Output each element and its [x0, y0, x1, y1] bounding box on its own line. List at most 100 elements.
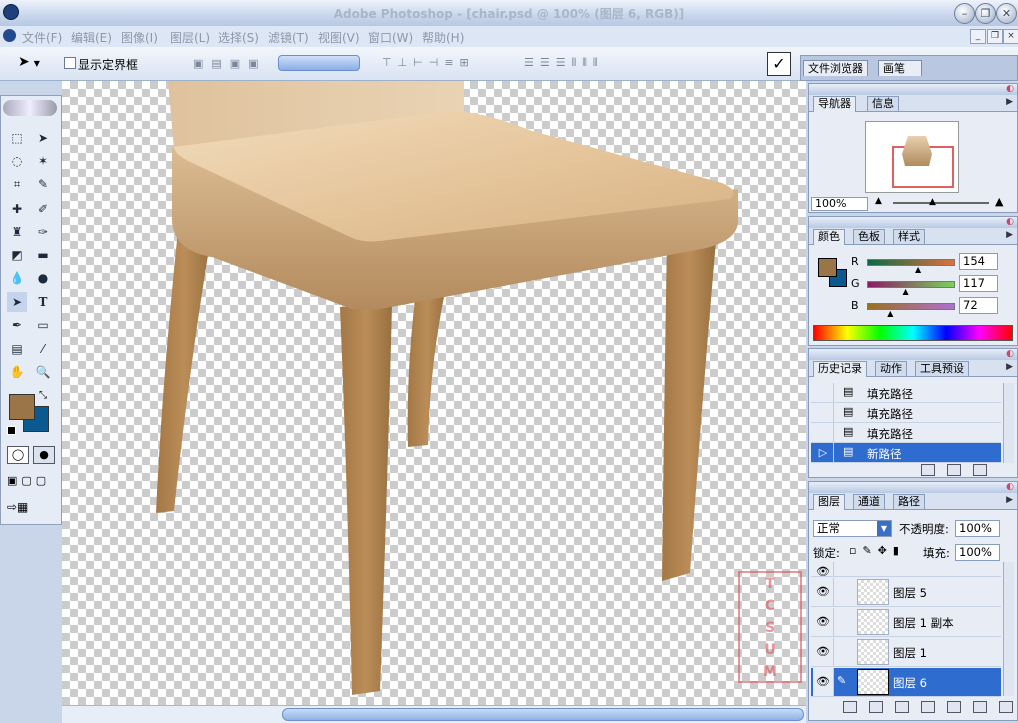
pen-tool-icon[interactable]: ✒ — [7, 315, 27, 335]
panel-gripper-icon[interactable]: ◐ — [1006, 349, 1014, 359]
g-value-field[interactable]: 117 — [959, 275, 998, 292]
tab-info[interactable]: 信息 — [867, 96, 899, 111]
healing-brush-icon[interactable]: ✚ — [7, 199, 27, 219]
menu-select[interactable]: 选择(S) — [218, 29, 259, 46]
menu-help[interactable]: 帮助(H) — [422, 29, 464, 46]
path-select-icon[interactable]: ➤ — [7, 292, 27, 312]
transform-mode-icons[interactable]: ▣▤▣▣ — [193, 57, 267, 70]
standard-mode-icon[interactable]: ◯ — [7, 446, 29, 464]
document-canvas[interactable]: TCSUM — [62, 81, 806, 705]
panel-menu-icon[interactable]: ▶ — [1006, 230, 1013, 240]
scrollbar-thumb[interactable] — [282, 708, 804, 721]
fill-field[interactable]: 100% — [955, 544, 1000, 561]
close-icon[interactable]: ✕ — [996, 3, 1017, 24]
screen-mode-icons[interactable]: ▣▢▢ — [7, 474, 50, 487]
default-colors-icon[interactable] — [7, 426, 16, 435]
tab-history[interactable]: 历史记录 — [813, 361, 867, 377]
color-fg-swatch[interactable] — [818, 258, 837, 277]
minimize-icon[interactable]: – — [954, 3, 975, 24]
r-value-field[interactable]: 154 — [959, 253, 998, 270]
panel-menu-icon[interactable]: ▶ — [1006, 495, 1013, 505]
notes-tool-icon[interactable]: ▤ — [7, 339, 27, 359]
blur-tool-icon[interactable]: 💧 — [7, 268, 27, 288]
distribute-icons[interactable]: ☰☰☰⫴⫴⫴ — [524, 56, 603, 70]
layer-row[interactable]: 👁 图层 5 — [811, 578, 1001, 607]
doc-restore-icon[interactable]: ❐ — [987, 29, 1003, 44]
jump-to-imageready-icon[interactable]: ⇨▦ — [7, 500, 28, 514]
layer-row-selected[interactable]: 👁 ✎ 图层 6 — [811, 668, 1001, 697]
blend-mode-select[interactable]: 正常 ▼ — [813, 520, 892, 537]
panel-menu-icon[interactable]: ▶ — [1006, 362, 1013, 372]
history-scrollbar[interactable] — [1003, 383, 1014, 463]
menu-window[interactable]: 窗口(W) — [368, 29, 413, 46]
doc-minimize-icon[interactable]: _ — [970, 29, 986, 44]
marquee-tool-icon[interactable]: ⬚ — [7, 128, 27, 148]
shape-tool-icon[interactable]: ▭ — [33, 315, 53, 335]
type-tool-icon[interactable]: T — [33, 292, 53, 312]
zoom-tool-icon[interactable]: 🔍 — [33, 362, 53, 382]
history-item[interactable]: ▤ 填充路径 — [811, 423, 1001, 443]
tab-tool-presets[interactable]: 工具预设 — [915, 361, 969, 376]
history-item[interactable]: ▤ 填充路径 — [811, 403, 1001, 423]
b-slider[interactable] — [867, 303, 955, 310]
zoom-out-icon[interactable]: ▲ — [875, 196, 882, 206]
layer-row-partial[interactable]: 👁 — [811, 562, 1001, 577]
zoom-slider-handle-icon[interactable]: ▲ — [929, 197, 936, 207]
commit-button[interactable]: ✓ — [767, 52, 791, 76]
eye-icon[interactable]: 👁 — [813, 638, 834, 666]
foreground-color-swatch[interactable] — [9, 394, 35, 420]
history-item-selected[interactable]: ▷ ▤ 新路径 — [811, 443, 1001, 463]
eye-icon[interactable]: 👁 — [813, 562, 834, 576]
tab-channels[interactable]: 通道 — [853, 494, 885, 509]
lasso-tool-icon[interactable]: ◌ — [7, 151, 27, 171]
g-slider[interactable] — [867, 281, 955, 288]
history-brush-source-icon[interactable]: ▷ — [813, 443, 834, 462]
panel-gripper-icon[interactable]: ◐ — [1006, 482, 1014, 492]
move-tool-icon[interactable]: ➤ — [33, 128, 53, 148]
color-spectrum-bar[interactable] — [813, 325, 1013, 341]
menu-file[interactable]: 文件(F) — [22, 29, 62, 46]
doc-close-icon[interactable]: × — [1003, 29, 1018, 44]
stamp-tool-icon[interactable]: ♜ — [7, 222, 27, 242]
eye-icon[interactable]: 👁 — [813, 578, 834, 606]
zoom-field[interactable]: 100% — [811, 197, 868, 211]
b-slider-handle-icon[interactable]: ▲ — [887, 309, 893, 318]
history-item[interactable]: ▤ 填充路径 — [811, 383, 1001, 403]
menu-layer[interactable]: 图层(L) — [170, 29, 210, 46]
menu-view[interactable]: 视图(V) — [318, 29, 360, 46]
menu-image[interactable]: 图像(I) — [121, 29, 158, 46]
gradient-tool-icon[interactable]: ▬ — [33, 245, 53, 265]
tab-layers[interactable]: 图层 — [813, 494, 845, 510]
r-slider-handle-icon[interactable]: ▲ — [915, 265, 921, 274]
move-tool-preset-icon[interactable]: ➤ ▼ — [18, 54, 40, 70]
brush-tool-icon[interactable]: ✐ — [33, 199, 53, 219]
r-slider[interactable] — [867, 259, 955, 266]
history-footer-icons[interactable] — [909, 464, 987, 479]
tab-paths[interactable]: 路径 — [893, 494, 925, 509]
zoom-slider[interactable] — [893, 202, 989, 204]
g-slider-handle-icon[interactable]: ▲ — [902, 287, 908, 296]
show-bounds-checkbox[interactable] — [64, 57, 76, 69]
eyedropper-icon[interactable]: ⁄ — [33, 339, 53, 359]
panel-gripper-icon[interactable]: ◐ — [1006, 84, 1014, 94]
eye-icon[interactable]: 👁 — [813, 608, 834, 636]
menu-filter[interactable]: 滤镜(T) — [268, 29, 309, 46]
eye-icon[interactable]: 👁 — [813, 668, 834, 696]
layers-scrollbar[interactable] — [1003, 562, 1014, 696]
apply-button[interactable] — [278, 55, 360, 71]
hand-tool-icon[interactable]: ✋ — [7, 362, 27, 382]
restore-icon[interactable]: ❐ — [975, 3, 996, 24]
tab-actions[interactable]: 动作 — [875, 361, 907, 376]
b-value-field[interactable]: 72 — [959, 297, 998, 314]
layer-row[interactable]: 👁 图层 1 — [811, 638, 1001, 667]
eraser-tool-icon[interactable]: ◩ — [7, 245, 27, 265]
history-brush-icon[interactable]: ✑ — [33, 222, 53, 242]
swap-colors-icon[interactable]: ⤡ — [39, 390, 47, 401]
tab-swatches[interactable]: 色板 — [853, 229, 885, 244]
tab-file-browser[interactable]: 文件浏览器 — [803, 60, 868, 76]
opacity-field[interactable]: 100% — [955, 520, 1000, 537]
magic-wand-icon[interactable]: ✶ — [33, 151, 53, 171]
slice-tool-icon[interactable]: ✎ — [33, 174, 53, 194]
tab-navigator[interactable]: 导航器 — [813, 96, 856, 112]
layers-footer-icons[interactable] — [831, 701, 1013, 716]
